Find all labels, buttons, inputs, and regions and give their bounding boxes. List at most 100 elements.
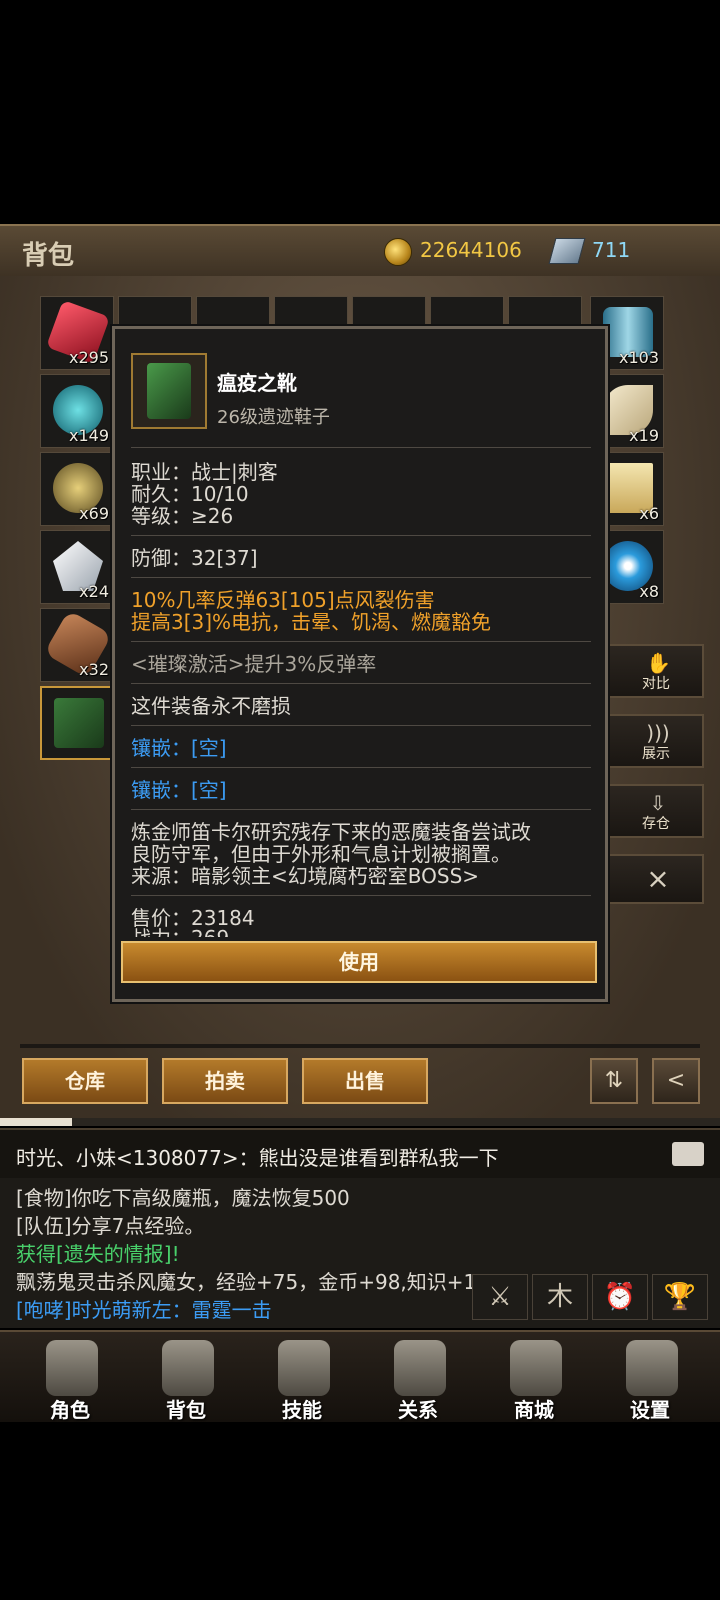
sort-button[interactable]: ⇅ bbox=[590, 1058, 638, 1104]
item-portrait bbox=[131, 353, 207, 429]
nav-label: 背包 bbox=[166, 1398, 206, 1422]
ingot-icon bbox=[548, 238, 586, 264]
plague-boots-icon bbox=[54, 698, 104, 748]
item-count: x103 bbox=[618, 348, 659, 367]
price-line: 售价：23184 bbox=[131, 906, 255, 930]
item-type: 26级遗迹鞋子 bbox=[217, 407, 330, 428]
alarm-clock-icon: ⏰ bbox=[603, 1282, 637, 1312]
sort-icon: ⇅ bbox=[604, 1068, 624, 1093]
item-count: x69 bbox=[79, 504, 109, 523]
lore-line: 良防守军，但由于外形和气息计划被搁置。 bbox=[131, 842, 511, 866]
nav-label: 技能 bbox=[282, 1398, 322, 1422]
socket-line: 镶嵌：[空] bbox=[131, 736, 227, 760]
log-line: [咆哮]时光萌新左：雷霆一击 bbox=[16, 1294, 272, 1323]
log-line: 飘荡鬼灵击杀风魔女，经验+75，金币+98,知识+1 bbox=[16, 1270, 476, 1294]
back-arrow-icon: < bbox=[666, 1068, 686, 1093]
divider bbox=[131, 683, 591, 684]
compare-label: 对比 bbox=[642, 676, 670, 692]
crossed-swords-icon: ⚔ bbox=[488, 1282, 512, 1312]
nav-relation[interactable]: 关系 bbox=[360, 1332, 476, 1422]
team-button[interactable]: 木 bbox=[532, 1274, 588, 1320]
item-count: x8 bbox=[639, 582, 659, 601]
bag-slot[interactable]: x32 bbox=[40, 608, 114, 682]
page-title: 背包 bbox=[22, 241, 75, 271]
chat-bubble-icon[interactable] bbox=[672, 1142, 704, 1166]
divider bbox=[131, 535, 591, 536]
trophy-button[interactable]: 🏆 bbox=[652, 1274, 708, 1320]
close-tooltip-button[interactable]: × bbox=[608, 854, 704, 904]
divider bbox=[131, 725, 591, 726]
log-line: [食物]你吃下高级魔瓶，魔法恢复500 bbox=[16, 1186, 350, 1210]
divider bbox=[131, 447, 591, 448]
power-line: 战力：269 bbox=[131, 927, 229, 937]
battle-mode-button[interactable]: ⚔ bbox=[472, 1274, 528, 1320]
nav-label: 商城 bbox=[514, 1398, 554, 1422]
set-bonus-line: <璀璨激活>提升3%反弹率 bbox=[131, 652, 377, 676]
bag-slot[interactable]: x69 bbox=[40, 452, 114, 526]
show-label: 展示 bbox=[642, 746, 670, 762]
auction-button[interactable]: 拍卖 bbox=[162, 1058, 288, 1104]
no-wear-line: 这件装备永不磨损 bbox=[131, 694, 291, 718]
nav-skill[interactable]: 技能 bbox=[244, 1332, 360, 1422]
tree-icon: 木 bbox=[546, 1282, 573, 1312]
experience-fill bbox=[0, 1118, 72, 1126]
trophy-icon: 🏆 bbox=[663, 1282, 697, 1312]
warehouse-button[interactable]: 仓库 bbox=[22, 1058, 148, 1104]
nav-label: 设置 bbox=[630, 1398, 670, 1422]
class-line: 职业：战士|刺客 bbox=[131, 460, 278, 484]
nav-bag[interactable]: 背包 bbox=[128, 1332, 244, 1422]
store-button[interactable]: ⇩ 存仓 bbox=[608, 784, 704, 838]
item-name: 瘟疫之靴 bbox=[217, 371, 297, 395]
chat-bar[interactable]: 时光、小妹<1308077>：熊出没是谁看到群私我一下 bbox=[0, 1128, 720, 1178]
item-count: x19 bbox=[629, 426, 659, 445]
bag-slot[interactable]: x295 bbox=[40, 296, 114, 370]
item-count: x24 bbox=[79, 582, 109, 601]
gear-icon bbox=[626, 1340, 678, 1396]
compare-button[interactable]: ✋ 对比 bbox=[608, 644, 704, 698]
source-line: 来源：暗影领主<幻境腐朽密室BOSS> bbox=[131, 864, 480, 888]
skill-book-icon bbox=[278, 1340, 330, 1396]
gold-coin-icon bbox=[384, 238, 412, 266]
nav-shop[interactable]: 商城 bbox=[476, 1332, 592, 1422]
divider bbox=[131, 577, 591, 578]
show-button[interactable]: ))) 展示 bbox=[608, 714, 704, 768]
socket-line: 镶嵌：[空] bbox=[131, 778, 227, 802]
log-line: [队伍]分享7点经验。 bbox=[16, 1214, 205, 1238]
level-line: 等级：≥26 bbox=[131, 504, 234, 528]
lore-line: 炼金师笛卡尔研究残存下来的恶魔装备尝试改 bbox=[131, 820, 531, 844]
effect-line: 提高3[3]%电抗，击晕、饥渴、燃魔豁免 bbox=[131, 610, 492, 634]
gold-amount: 22644106 bbox=[420, 238, 522, 262]
bag-slot[interactable]: x24 bbox=[40, 530, 114, 604]
alarm-button[interactable]: ⏰ bbox=[592, 1274, 648, 1320]
shout-text: 雷霆一击 bbox=[191, 1298, 272, 1322]
divider bbox=[131, 641, 591, 642]
bag-slot[interactable]: x149 bbox=[40, 374, 114, 448]
use-button[interactable]: 使用 bbox=[121, 941, 597, 983]
treasure-chest-icon bbox=[510, 1340, 562, 1396]
divider bbox=[131, 895, 591, 896]
sell-button[interactable]: 出售 bbox=[302, 1058, 428, 1104]
bag-slot-selected[interactable] bbox=[40, 686, 114, 760]
item-tooltip: 瘟疫之靴 26级遗迹鞋子 职业：战士|刺客 耐久：10/10 等级：≥26 防御… bbox=[112, 326, 608, 1002]
experience-bar bbox=[0, 1118, 720, 1126]
helmet-icon bbox=[46, 1340, 98, 1396]
broadcast-icon: ))) bbox=[646, 721, 670, 745]
backpack-icon bbox=[162, 1340, 214, 1396]
store-arrow-icon: ⇩ bbox=[649, 791, 667, 815]
nav-label: 角色 bbox=[50, 1398, 90, 1422]
nav-role[interactable]: 角色 bbox=[12, 1332, 128, 1422]
handshake-icon bbox=[394, 1340, 446, 1396]
effect-line: 10%几率反弹63[105]点风裂伤害 bbox=[131, 588, 435, 612]
item-count: x32 bbox=[79, 660, 109, 679]
item-count: x6 bbox=[639, 504, 659, 523]
bottom-navigation: 角色 背包 技能 关系 商城 设置 bbox=[0, 1330, 720, 1422]
defense-line: 防御：32[37] bbox=[131, 546, 258, 570]
durability-line: 耐久：10/10 bbox=[131, 482, 249, 506]
chat-message: 时光、小妹<1308077>：熊出没是谁看到群私我一下 bbox=[16, 1146, 499, 1170]
back-button[interactable]: < bbox=[652, 1058, 700, 1104]
item-count: x295 bbox=[68, 348, 109, 367]
nav-settings[interactable]: 设置 bbox=[592, 1332, 708, 1422]
nav-label: 关系 bbox=[398, 1398, 438, 1422]
gloves-icon: ✋ bbox=[646, 651, 671, 675]
shout-prefix: [咆哮]时光萌新左： bbox=[16, 1298, 192, 1322]
